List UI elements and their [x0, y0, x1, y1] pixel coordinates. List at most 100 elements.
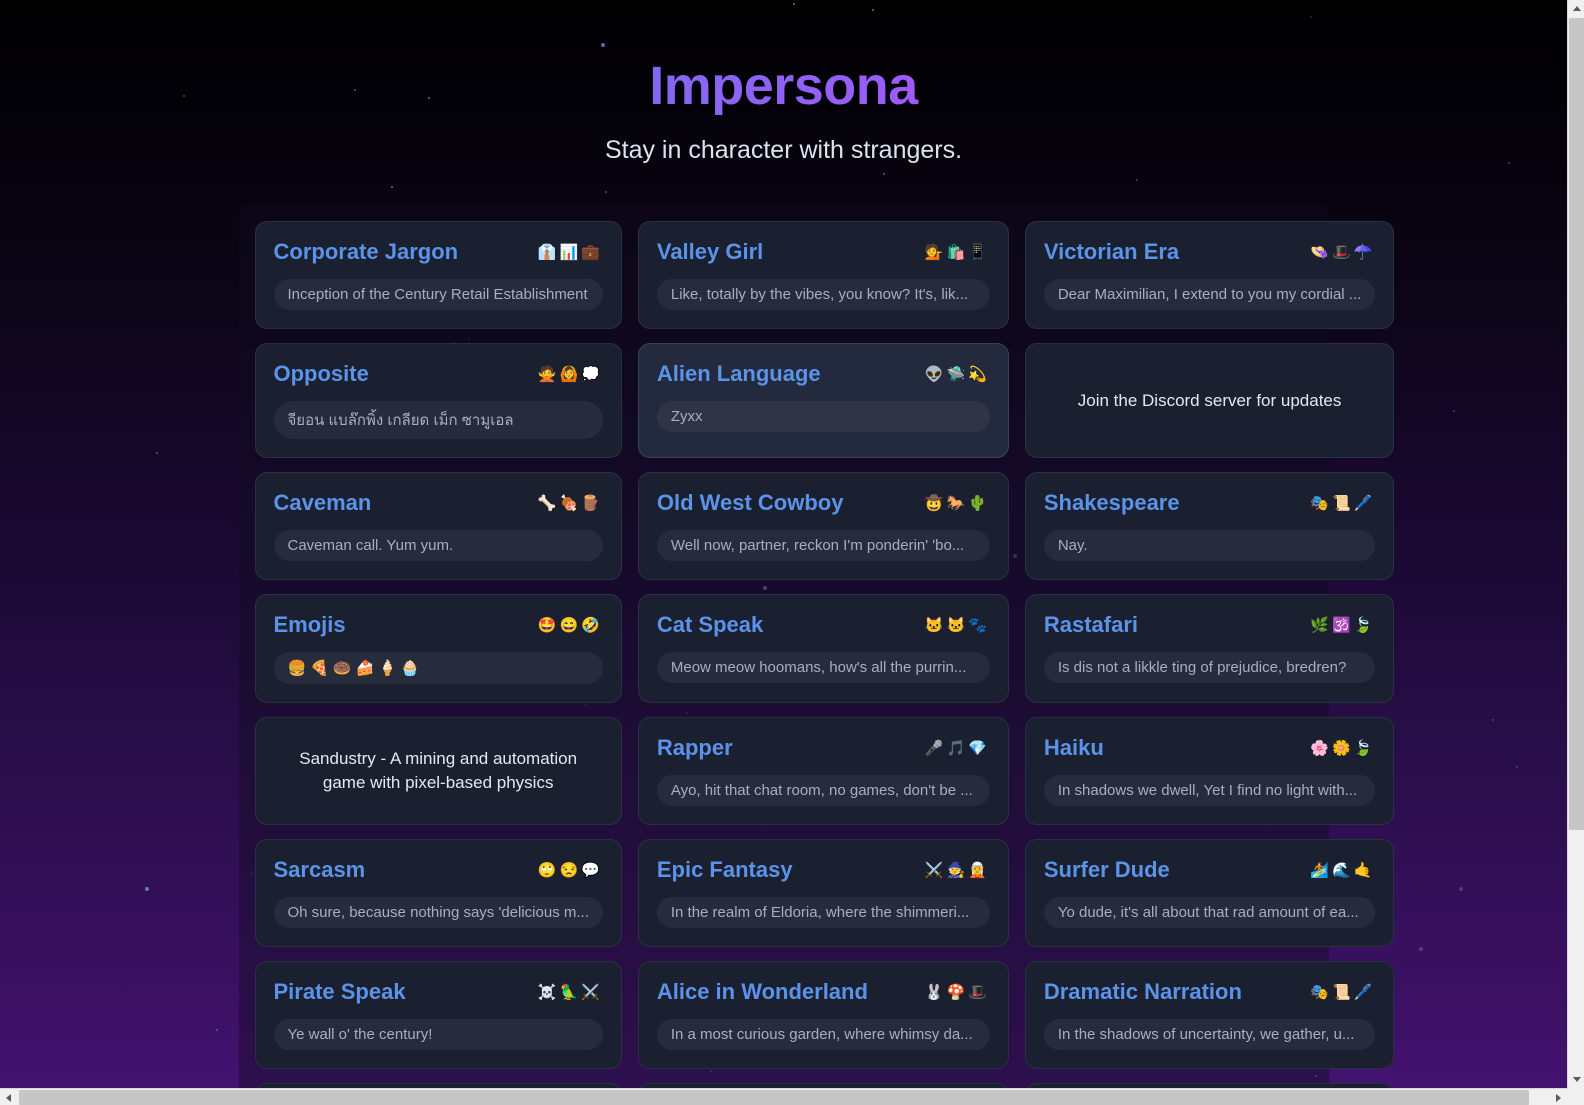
persona-card-emojis[interactable]: Emojis 🤩😄🤣 🍔🍕🍩🍰🍦🧁: [254, 594, 622, 704]
persona-card-emoji-icons: 👔📊💼: [537, 243, 603, 261]
star-dot: [1492, 719, 1494, 721]
promo-card-text: Sandustry - A mining and automation game…: [299, 748, 578, 793]
scroll-right-arrow-icon[interactable]: [1550, 1089, 1567, 1105]
persona-card-title: Cat Speak: [656, 612, 764, 638]
persona-card-alice-in-wonderland[interactable]: Alice in Wonderland 🐰🍄🎩 In a most curious …: [637, 961, 1009, 1070]
star-dot: [391, 186, 393, 188]
persona-card-header: Rastafari 🌿🕉️🍃: [1044, 612, 1375, 638]
persona-card-preview: Oh sure, because nothing says 'delicious…: [273, 897, 603, 929]
promo-card-sandustry-promo[interactable]: Sandustry - A mining and automation game…: [254, 717, 622, 826]
scroll-down-arrow-icon[interactable]: [1568, 1071, 1584, 1088]
persona-card-title: Sarcasm: [273, 857, 366, 883]
persona-card-header: Victorian Era 👒🎩☂️: [1044, 239, 1375, 265]
persona-card-preview: In shadows we dwell, Yet I find no light…: [1043, 775, 1376, 807]
persona-card-emoji-icons: 🏄🌊🤙: [1310, 861, 1376, 879]
persona-card-preview: Yo dude, it's all about that rad amount …: [1043, 897, 1376, 929]
persona-card-preview: Like, totally by the vibes, you know? It…: [656, 279, 990, 311]
persona-card-sarcasm[interactable]: Sarcasm 🙄😒💬 Oh sure, because nothing says …: [254, 839, 622, 948]
horizontal-scrollbar-thumb[interactable]: [19, 1090, 1529, 1105]
persona-card-header: Valley Girl 💁🛍️📱: [657, 239, 990, 265]
persona-card-title: Corporate Jargon: [273, 239, 459, 265]
persona-card-title: Caveman: [273, 490, 372, 516]
scroll-left-arrow-icon[interactable]: [0, 1089, 17, 1105]
vertical-scrollbar[interactable]: [1567, 0, 1584, 1088]
persona-grid-panel: Corporate Jargon 👔📊💼 Inception of the Cent…: [238, 203, 1395, 1088]
persona-card-emoji-icons: 🙅🙆💭: [537, 365, 603, 383]
persona-card-title: Haiku: [1043, 735, 1104, 761]
promo-card-discord-promo[interactable]: Join the Discord server for updates: [1024, 343, 1395, 459]
persona-card-opposite[interactable]: Opposite 🙅🙆💭 จียอน แบล๊กพิ้ง เกลียด เม็ก ซ…: [254, 343, 622, 459]
persona-card-victorian-era[interactable]: Victorian Era 👒🎩☂️ Dear Maximilian, I exte…: [1024, 221, 1395, 330]
app-title: Impersona: [0, 56, 1567, 116]
persona-card-emoji-icons: 🤠🐎🌵: [924, 494, 990, 512]
persona-card-header: Old West Cowboy 🤠🐎🌵: [657, 490, 990, 516]
persona-card-emoji-icons: ⚔️🧙🧝: [924, 861, 990, 879]
persona-card-header: Caveman 🦴🍖🪵: [274, 490, 603, 516]
persona-card-header: Haiku 🌸🌼🍃: [1044, 735, 1375, 761]
persona-card-haiku[interactable]: Haiku 🌸🌼🍃 In shadows we dwell, Yet I find …: [1024, 717, 1395, 826]
star-dot: [1419, 947, 1423, 951]
persona-card-title: Shakespeare: [1043, 490, 1180, 516]
persona-card-title: Dramatic Narration: [1043, 979, 1242, 1005]
persona-card-rapper[interactable]: Rapper 🎤🎵💎 Ayo, hit that chat room, no gam…: [637, 717, 1009, 826]
persona-card-header: Dramatic Narration 🎭📜🖊️: [1044, 979, 1375, 1005]
star-dot: [156, 452, 158, 454]
persona-card-preview: Meow meow hoomans, how's all the purrin.…: [656, 652, 990, 684]
persona-card-preview: In the realm of Eldoria, where the shimm…: [656, 897, 990, 929]
page-header: Impersona Stay in character with strange…: [0, 0, 1567, 165]
persona-card-preview: จียอน แบล๊กพิ้ง เกลียด เม็ก ซามูเอล: [273, 401, 603, 440]
star-dot: [883, 173, 885, 175]
persona-card-title: Old West Cowboy: [656, 490, 844, 516]
persona-card-header: Rapper 🎤🎵💎: [657, 735, 990, 761]
promo-card-text: Join the Discord server for updates: [1077, 390, 1342, 410]
persona-card-epic-fantasy[interactable]: Epic Fantasy ⚔️🧙🧝 In the realm of Eldoria,…: [637, 839, 1009, 948]
persona-card-cat-speak[interactable]: Cat Speak 🐱🐱🐾 Meow meow hoomans, how's all…: [637, 594, 1009, 704]
star-dot: [145, 887, 149, 891]
persona-card-dramatic-narration[interactable]: Dramatic Narration 🎭📜🖊️ In the shadows of …: [1024, 961, 1395, 1070]
persona-card-header: Alice in Wonderland 🐰🍄🎩: [657, 979, 990, 1005]
persona-card-header: Cat Speak 🐱🐱🐾: [657, 612, 990, 638]
persona-card-emoji-icons: 👒🎩☂️: [1310, 243, 1376, 261]
persona-card-corporate-jargon[interactable]: Corporate Jargon 👔📊💼 Inception of the Cent…: [254, 221, 622, 330]
persona-card-pirate-speak[interactable]: Pirate Speak ☠️🦜⚔️ Ye wall o' the century!: [254, 961, 622, 1070]
persona-card-valley-girl[interactable]: Valley Girl 💁🛍️📱 Like, totally by the vibe…: [637, 221, 1009, 330]
persona-card-emoji-icons: 🎤🎵💎: [924, 739, 990, 757]
persona-card-old-west-cowboy[interactable]: Old West Cowboy 🤠🐎🌵 Well now, partner, rec…: [637, 472, 1009, 581]
persona-card-emoji-icons: 🦴🍖🪵: [537, 494, 603, 512]
persona-card-preview: Ayo, hit that chat room, no games, don't…: [656, 775, 990, 807]
persona-card-rastafari[interactable]: Rastafari 🌿🕉️🍃 Is dis not a likkle ting of…: [1024, 594, 1395, 704]
persona-card-emoji-icons: 👽🛸💫: [924, 365, 990, 383]
persona-card-header: Shakespeare 🎭📜🖊️: [1044, 490, 1375, 516]
scroll-up-arrow-icon[interactable]: [1568, 0, 1584, 17]
persona-card-emoji-icons: 🤩😄🤣: [537, 616, 603, 634]
persona-card-alien-language[interactable]: Alien Language 👽🛸💫 Zyxx: [637, 343, 1009, 459]
persona-card-header: Corporate Jargon 👔📊💼: [274, 239, 603, 265]
persona-card-title: Surfer Dude: [1043, 857, 1170, 883]
persona-card-preview: Caveman call. Yum yum.: [273, 530, 603, 562]
persona-card-title: Emojis: [273, 612, 346, 638]
persona-card-caveman[interactable]: Caveman 🦴🍖🪵 Caveman call. Yum yum.: [254, 472, 622, 581]
persona-card-emoji-icons: 💁🛍️📱: [924, 243, 990, 261]
persona-card-title: Opposite: [273, 361, 369, 387]
persona-card-surfer-dude[interactable]: Surfer Dude 🏄🌊🤙 Yo dude, it's all about th…: [1024, 839, 1395, 948]
persona-card-emoji-icons: 🐰🍄🎩: [924, 983, 990, 1001]
browser-viewport: Impersona Stay in character with strange…: [0, 0, 1584, 1105]
persona-card-preview: Zyxx: [656, 401, 990, 433]
persona-grid: Corporate Jargon 👔📊💼 Inception of the Cent…: [254, 221, 1395, 1088]
persona-card-preview: Inception of the Century Retail Establis…: [273, 279, 603, 311]
persona-card-title: Alice in Wonderland: [656, 979, 868, 1005]
persona-card-emoji-icons: 🎭📜🖊️: [1310, 983, 1376, 1001]
persona-card-preview: In a most curious garden, where whimsy d…: [656, 1019, 990, 1051]
persona-card-shakespeare[interactable]: Shakespeare 🎭📜🖊️ Nay.: [1024, 472, 1395, 581]
persona-card-emoji-icons: 🎭📜🖊️: [1310, 494, 1376, 512]
persona-card-title: Rastafari: [1043, 612, 1138, 638]
vertical-scrollbar-thumb[interactable]: [1569, 18, 1584, 830]
persona-card-header: Sarcasm 🙄😒💬: [274, 857, 603, 883]
persona-card-header: Emojis 🤩😄🤣: [274, 612, 603, 638]
persona-card-title: Epic Fantasy: [656, 857, 793, 883]
horizontal-scrollbar[interactable]: [0, 1088, 1567, 1105]
persona-card-preview: Ye wall o' the century!: [273, 1019, 603, 1051]
persona-card-preview: Nay.: [1043, 530, 1376, 562]
app-tagline: Stay in character with strangers.: [604, 136, 963, 165]
star-dot: [605, 191, 607, 193]
